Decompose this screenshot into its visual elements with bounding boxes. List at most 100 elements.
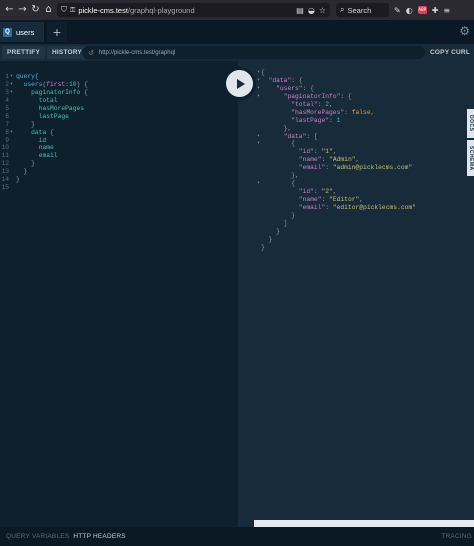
adblock-icon[interactable]: ABP <box>417 6 427 14</box>
url-path: /graphql-playground <box>127 5 195 15</box>
forward-arrow-icon[interactable]: → <box>16 3 29 17</box>
code-token: 1 <box>336 116 341 124</box>
editor-line: 6 lastPage <box>0 113 238 121</box>
bookmark-star-icon[interactable]: ☆ <box>319 6 326 15</box>
code-token: : [ <box>306 132 318 140</box>
line-text: } <box>16 176 20 184</box>
fold-arrow-icon[interactable]: ▾ <box>10 73 13 81</box>
code-token: "admin@picklecms.com" <box>332 164 413 172</box>
line-text: query{ <box>16 73 39 81</box>
editor-line: 13 } <box>0 168 238 176</box>
lock-icon[interactable]: ⚿ <box>70 6 75 15</box>
code-token: }, <box>261 124 292 132</box>
fold-arrow-icon[interactable]: ▾ <box>257 140 260 148</box>
fold-arrow-icon[interactable]: ▾ <box>10 81 13 89</box>
url-bar[interactable]: ⛉ ⚿ pickle-cms.test/graphql-playground ▤… <box>57 3 330 17</box>
code-token: "email" <box>298 164 326 172</box>
code-token: , <box>370 108 375 116</box>
fold-arrow-icon[interactable]: ▾ <box>257 85 260 93</box>
bottom-panel-bar: QUERY VARIABLES HTTP HEADERS TRACING <box>0 527 474 546</box>
url-text: pickle-cms.test/graphql-playground <box>78 6 194 15</box>
tab-users[interactable]: Q users <box>0 22 44 42</box>
history-button[interactable]: HISTORY <box>47 46 87 59</box>
fold-arrow-icon[interactable]: ▾ <box>257 77 260 85</box>
code-token: : { <box>302 84 314 92</box>
code-token: { <box>80 88 88 96</box>
code-token: "email" <box>298 203 326 211</box>
code-token: "1" <box>321 148 333 156</box>
line-number: 12 <box>1 160 9 168</box>
fold-arrow-icon[interactable]: ▾ <box>10 129 13 137</box>
code-token: }, <box>261 172 299 180</box>
run-query-button[interactable] <box>226 70 253 97</box>
query-editor[interactable]: 1 ▾ query{2 ▾ users(first:10) {3 ▾ paginator… <box>0 61 238 527</box>
code-token: "editor@picklecms.com" <box>332 203 416 211</box>
code-token: users <box>23 80 43 88</box>
home-icon[interactable]: ⌂ <box>42 3 55 17</box>
copy-curl-button[interactable]: COPY CURL <box>430 46 470 59</box>
code-token: "name" <box>298 156 322 164</box>
prettify-button[interactable]: PRETTIFY <box>2 46 46 59</box>
line-text: hasMorePages <box>16 105 84 113</box>
result-line: "id": "2", <box>238 188 474 196</box>
horizontal-scrollbar[interactable] <box>254 520 474 527</box>
line-text: total <box>16 97 58 105</box>
reload-icon[interactable]: ↻ <box>29 3 42 17</box>
menu-icon[interactable]: ≡ <box>443 6 450 15</box>
docs-tab[interactable]: DOCS <box>467 109 474 138</box>
tracing-tab[interactable]: TRACING <box>441 527 472 546</box>
pocket-icon[interactable]: ◒ <box>308 6 315 15</box>
fold-arrow-icon[interactable]: ▾ <box>257 93 260 101</box>
editor-line: 1 ▾ query{ <box>0 73 238 81</box>
shield-icon[interactable]: ⛉ <box>61 5 67 15</box>
back-arrow-icon[interactable]: ← <box>3 3 16 17</box>
mask-icon[interactable]: ◐ <box>406 6 413 15</box>
search-bar[interactable]: ⌕ Search <box>336 3 389 17</box>
result-line: "id": "1", <box>238 148 474 156</box>
line-text: } <box>16 121 35 129</box>
code-token: : <box>329 116 337 124</box>
gear-icon[interactable]: ⚙ <box>459 24 470 38</box>
pen-icon[interactable]: ✎ <box>394 6 401 15</box>
schema-tab[interactable]: SCHEMA <box>467 140 474 176</box>
history-icon[interactable]: ↺ <box>88 49 94 57</box>
editor-line: 3 ▾ paginatorInfo { <box>0 89 238 97</box>
code-token: data <box>31 128 47 136</box>
code-token: email <box>38 152 58 160</box>
line-number: 9 <box>5 136 9 144</box>
code-token: : <box>344 108 352 116</box>
extension-icon[interactable]: ✚ <box>432 6 439 15</box>
result-line: } <box>238 212 474 220</box>
code-token: "data" <box>283 132 307 140</box>
endpoint-input[interactable]: ↺ http://pickle-cms.test/graphql <box>82 46 425 59</box>
http-headers-tab[interactable]: HTTP HEADERS <box>69 533 125 540</box>
result-viewer[interactable]: ▾{▾ "data": {▾ "users": {▾ "paginatorInf… <box>238 61 474 527</box>
result-line: ] <box>238 220 474 228</box>
line-text: data { <box>16 129 54 137</box>
editor-line: 12 } <box>0 160 238 168</box>
fold-arrow-icon[interactable]: ▾ <box>257 69 260 77</box>
reader-icon[interactable]: ▤ <box>296 6 304 15</box>
query-variables-tab[interactable]: QUERY VARIABLES <box>0 533 69 540</box>
fold-arrow-icon[interactable]: ▾ <box>10 89 13 97</box>
line-text: "email": "editor@picklecms.com" <box>261 204 416 212</box>
editor-line: 11 email <box>0 152 238 160</box>
fold-arrow-icon[interactable]: ▾ <box>257 133 260 141</box>
add-tab-button[interactable]: + <box>47 22 67 42</box>
line-number: 15 <box>1 184 9 192</box>
playground-toolbar: PRETTIFY HISTORY ↺ http://pickle-cms.tes… <box>0 44 474 61</box>
result-line: ▾ { <box>238 140 474 148</box>
fold-arrow-icon[interactable]: ▾ <box>257 180 260 188</box>
line-text: } <box>16 160 35 168</box>
line-text: { <box>261 180 295 188</box>
code-token: : { <box>291 76 303 84</box>
